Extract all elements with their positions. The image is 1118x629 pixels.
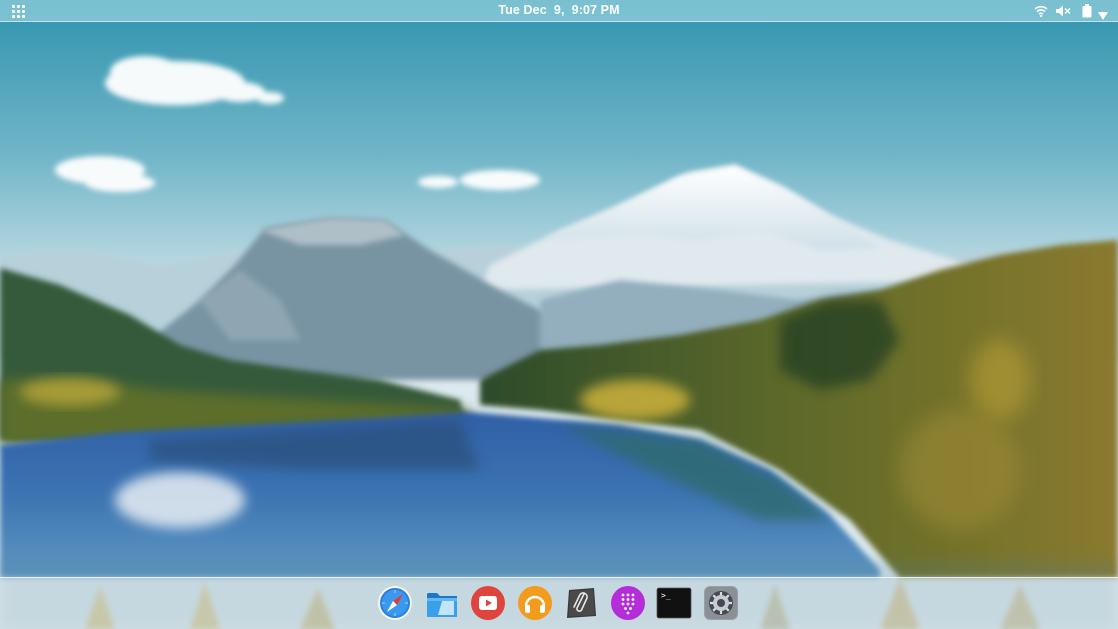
notes-paperclip-icon[interactable]	[563, 585, 599, 621]
browser-compass-icon[interactable]	[377, 585, 413, 621]
clock-datetime[interactable]: Tue Dec 9, 9:07 PM	[0, 3, 1118, 17]
terminal-icon[interactable]: >_	[656, 585, 692, 621]
top-panel: Tue Dec 9, 9:07 PM	[0, 0, 1118, 22]
wifi-icon[interactable]	[1034, 4, 1048, 18]
wallpaper-image	[0, 0, 1118, 629]
files-folder-icon[interactable]	[424, 585, 460, 621]
volume-muted-icon[interactable]	[1055, 4, 1071, 18]
menu-down-icon[interactable]	[1098, 7, 1108, 20]
battery-icon[interactable]	[1082, 4, 1092, 18]
settings-gear-icon[interactable]	[703, 585, 739, 621]
dock-background-reflection	[85, 578, 1040, 629]
desktop[interactable]: Tue Dec 9, 9:07 PM >_	[0, 0, 1118, 629]
app-center-icon[interactable]	[610, 585, 646, 621]
dock: >_	[0, 577, 1118, 629]
music-headphones-icon[interactable]	[517, 585, 553, 621]
terminal-prompt-text: >_	[661, 591, 671, 600]
video-player-icon[interactable]	[470, 585, 506, 621]
